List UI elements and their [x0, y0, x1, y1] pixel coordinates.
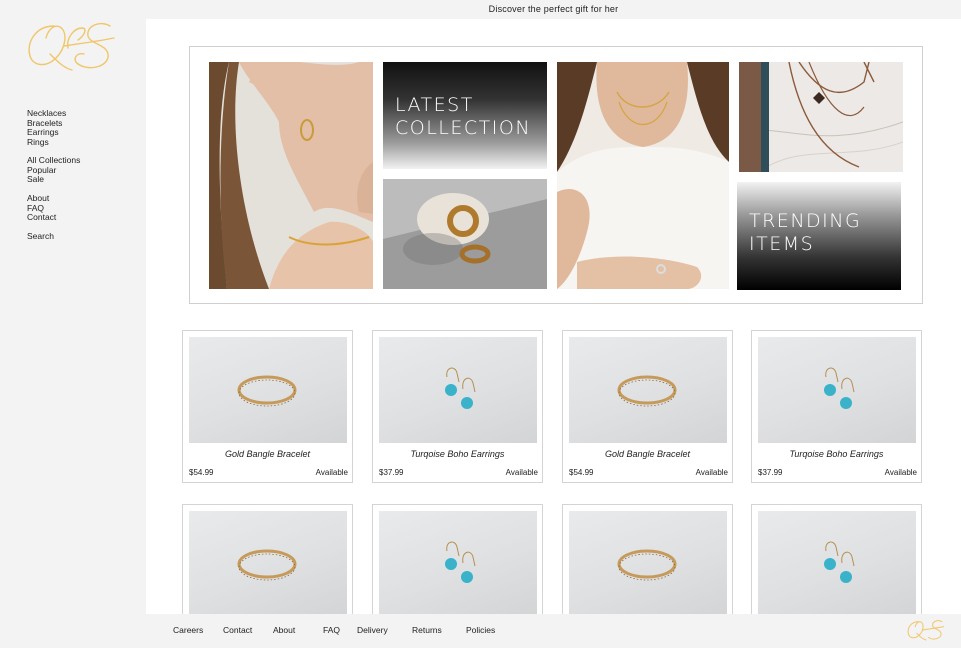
product-image[interactable] [758, 337, 916, 443]
nav-rings[interactable]: Rings [27, 137, 66, 148]
product-card[interactable] [182, 504, 353, 614]
footer-link-faq[interactable]: FAQ [323, 625, 340, 635]
product-card[interactable] [751, 504, 922, 614]
nav-search[interactable]: Search [27, 231, 54, 242]
product-card[interactable]: Turqoise Boho Earrings $37.99 Available [372, 330, 543, 483]
product-image[interactable] [189, 337, 347, 443]
hero-earring-photo[interactable] [209, 62, 373, 289]
product-card[interactable]: Turqoise Boho Earrings $37.99 Available [751, 330, 922, 483]
product-card[interactable]: Gold Bangle Bracelet $54.99 Available [182, 330, 353, 483]
nav-info: About FAQ Contact [27, 193, 56, 223]
product-price: $37.99 [758, 468, 783, 477]
product-card[interactable]: Gold Bangle Bracelet $54.99 Available [562, 330, 733, 483]
nav-search-group: Search [27, 231, 54, 242]
announcement-bar: Discover the perfect gift for her [146, 0, 961, 19]
hero-collage: LATEST COLLECTION TRENDING ITEMS [189, 46, 923, 304]
product-availability: Available [695, 468, 728, 477]
product-card[interactable] [372, 504, 543, 614]
nav-contact[interactable]: Contact [27, 213, 56, 223]
hero-necklaces-marble-photo[interactable] [739, 62, 903, 172]
main-content: LATEST COLLECTION TRENDING ITEMS Gold Ba… [146, 19, 961, 614]
product-price: $54.99 [189, 468, 214, 477]
trending-items-label: TRENDING ITEMS [749, 210, 862, 255]
product-image[interactable] [189, 511, 347, 614]
footer-brand-logo[interactable] [906, 617, 946, 643]
nav-sale[interactable]: Sale [27, 175, 80, 185]
page: Necklaces Bracelets Earrings Rings All C… [0, 0, 961, 648]
product-name[interactable]: Turqoise Boho Earrings [373, 449, 542, 459]
product-availability: Available [884, 468, 917, 477]
product-image[interactable] [569, 511, 727, 614]
footer-link-about[interactable]: About [273, 625, 295, 635]
footer-link-careers[interactable]: Careers [173, 625, 203, 635]
product-price: $54.99 [569, 468, 594, 477]
product-availability: Available [505, 468, 538, 477]
product-name[interactable]: Gold Bangle Bracelet [183, 449, 352, 459]
product-card[interactable] [562, 504, 733, 614]
brand-logo[interactable] [24, 18, 120, 74]
product-image[interactable] [758, 511, 916, 614]
trending-items-banner[interactable]: TRENDING ITEMS [737, 182, 901, 290]
footer-link-returns[interactable]: Returns [412, 625, 442, 635]
latest-collection-label: LATEST COLLECTION [395, 94, 532, 139]
latest-collection-banner[interactable]: LATEST COLLECTION [383, 62, 547, 169]
product-image[interactable] [569, 337, 727, 443]
nav-categories: Necklaces Bracelets Earrings Rings [27, 108, 66, 148]
product-image[interactable] [379, 337, 537, 443]
product-price: $37.99 [379, 468, 404, 477]
footer-link-delivery[interactable]: Delivery [357, 625, 388, 635]
product-name[interactable]: Turqoise Boho Earrings [752, 449, 921, 459]
product-image[interactable] [379, 511, 537, 614]
product-name[interactable]: Gold Bangle Bracelet [563, 449, 732, 459]
sidebar: Necklaces Bracelets Earrings Rings All C… [0, 0, 146, 614]
footer-link-contact[interactable]: Contact [223, 625, 252, 635]
nav-collections: All Collections Popular Sale [27, 155, 80, 185]
footer: Careers Contact About FAQ Delivery Retur… [146, 614, 961, 648]
hero-rings-photo[interactable] [383, 179, 547, 289]
hero-necklace-photo[interactable] [557, 62, 729, 289]
footer-link-policies[interactable]: Policies [466, 625, 495, 635]
product-availability: Available [315, 468, 348, 477]
